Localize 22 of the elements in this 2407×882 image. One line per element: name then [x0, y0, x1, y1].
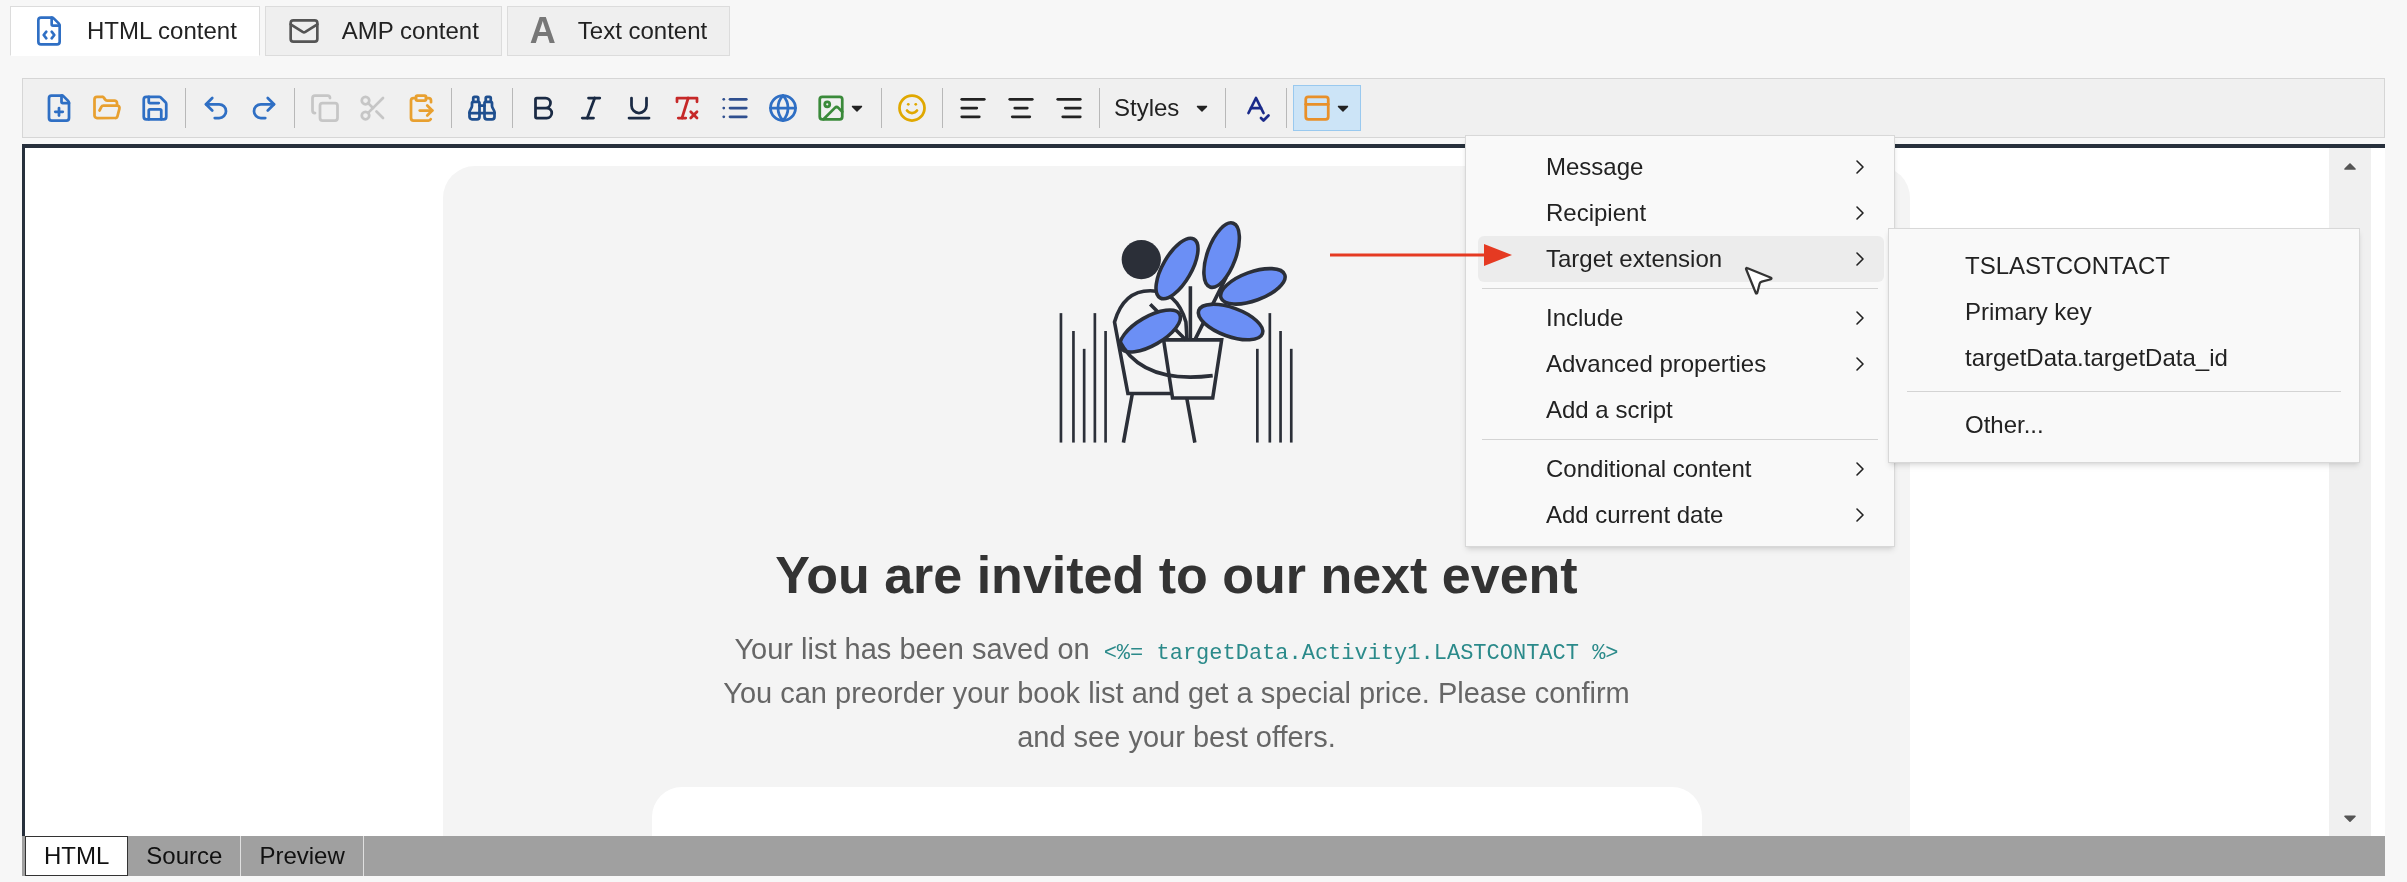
menu-item[interactable]: Message	[1478, 144, 1884, 190]
menu-item[interactable]: Primary key	[1889, 289, 2359, 335]
menu-item[interactable]: Other...	[1889, 402, 2359, 448]
menu-item[interactable]: Advanced properties	[1478, 341, 1884, 387]
menu-item[interactable]: TSLASTCONTACT	[1889, 243, 2359, 289]
view-tab[interactable]: HTML	[25, 836, 129, 876]
tab[interactable]: AMP content	[264, 6, 502, 56]
email-heading: You are invited to our next event	[775, 544, 1578, 606]
menu-item[interactable]: Add a script	[1478, 387, 1884, 433]
styles-dropdown[interactable]: Styles	[1106, 86, 1220, 130]
menu-item[interactable]: Conditional content	[1478, 446, 1884, 492]
menu-item[interactable]: Add current date	[1478, 492, 1884, 538]
saved-text: Your list has been saved on	[734, 631, 1090, 667]
code-snippet: <%= targetData.Activity1.LASTCONTACT %>	[1103, 639, 1619, 668]
menu-item[interactable]: Recipient	[1478, 190, 1884, 236]
tab[interactable]: HTML content	[10, 6, 260, 56]
menu-item[interactable]: targetData.targetData_id	[1889, 335, 2359, 381]
menu-item[interactable]: Include	[1478, 295, 1884, 341]
letter-icon: A	[529, 13, 556, 49]
menu-item[interactable]: Target extension	[1478, 236, 1884, 282]
tab[interactable]: A Text content	[506, 6, 731, 56]
email-body-text: You can preorder your book list and get a special price. Please confirm and see your best offers.	[722, 676, 1631, 756]
